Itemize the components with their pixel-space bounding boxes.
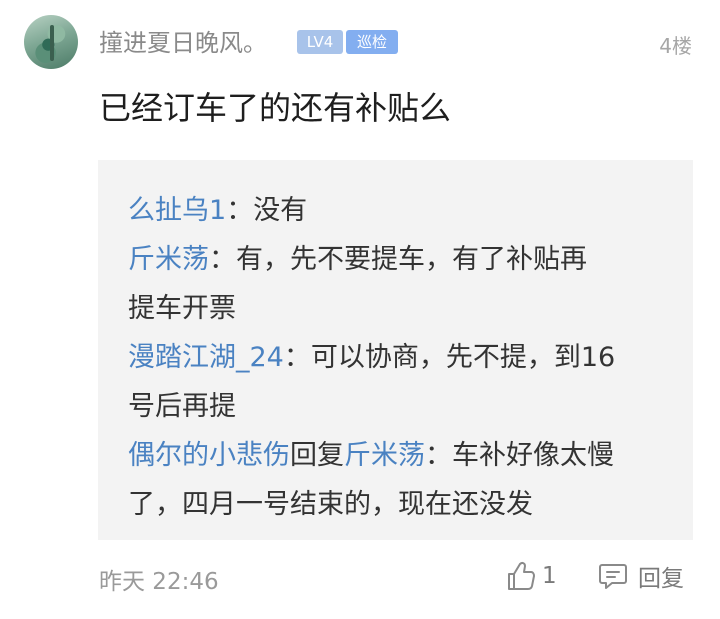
role-badge: 巡检 [346,30,398,54]
reply-text: 有，先不要提车，有了补贴再 [236,244,587,275]
reply-text-continued: 号后再提 [128,391,236,422]
username[interactable]: 撞进夏日晚风。 [99,23,267,58]
reply-list[interactable]: 么扯乌1：没有 斤米荡：有，先不要提车，有了补贴再 提车开票 漫踏江湖_24：可… [98,160,693,540]
reply-button[interactable]: 回复 [598,558,684,594]
thumbs-up-icon [506,560,536,592]
floor-number: 4楼 [659,34,692,58]
reply-user[interactable]: 偶尔的小悲伤 [128,440,290,471]
reply-user[interactable]: 漫踏江湖_24 [128,342,284,373]
reply-separator: ： [425,440,452,471]
reply-item[interactable]: 漫踏江湖_24：可以协商，先不提，到16 [128,335,615,374]
reply-text-continued: 提车开票 [128,293,236,324]
reply-item[interactable]: 斤米荡：有，先不要提车，有了补贴再 [128,237,587,276]
reply-user[interactable]: 么扯乌1 [128,195,226,226]
like-button[interactable]: 1 [506,558,557,594]
avatar[interactable] [24,15,78,69]
reply-text: 可以协商，先不提，到16 [310,342,616,373]
level-badge: LV4 [297,30,343,54]
reply-user[interactable]: 斤米荡 [128,244,209,275]
reply-separator: ： [226,195,254,226]
reply-target-user[interactable]: 斤米荡 [344,440,425,471]
reply-label: 回复 [638,566,684,592]
reply-word: 回复 [290,440,344,471]
reply-text-continued: 了，四月一号结束的，现在还没发 [128,489,533,520]
reply-item[interactable]: 偶尔的小悲伤回复斤米荡：车补好像太慢 [128,433,614,472]
like-count: 1 [542,563,557,589]
reply-separator: ： [283,342,311,373]
comment-content: 已经订车了的还有补贴么 [99,89,452,127]
reply-separator: ： [209,244,236,275]
comment-icon [598,561,628,591]
reply-item[interactable]: 么扯乌1：没有 [128,188,307,227]
reply-text: 没有 [253,195,308,226]
reply-text: 车补好像太慢 [452,440,614,471]
post-time: 昨天 22:46 [99,569,219,595]
